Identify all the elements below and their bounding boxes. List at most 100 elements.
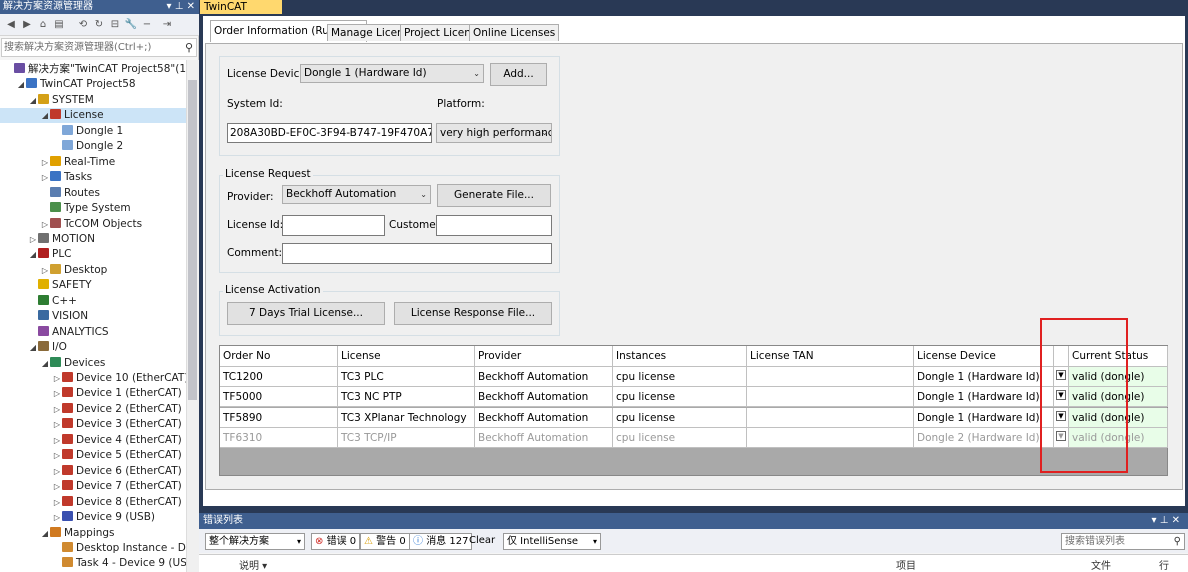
col-line[interactable]: 行 xyxy=(1159,557,1169,572)
grid-header-cell[interactable]: Order No xyxy=(220,346,338,367)
collapsed-arrow-icon[interactable]: ▷ xyxy=(52,448,62,463)
grid-header-cell[interactable]: Instances xyxy=(613,346,747,367)
tree-item[interactable]: ▷ Device 5 (EtherCAT) xyxy=(52,448,182,463)
expanded-arrow-icon[interactable]: ◢ xyxy=(28,340,38,355)
intellisense-filter-select[interactable]: 仅 IntelliSense ▾ xyxy=(503,533,601,550)
grid-cell-instances[interactable]: cpu license xyxy=(613,427,747,448)
tree-item[interactable]: SAFETY xyxy=(28,278,92,293)
grid-cell-device[interactable]: Dongle 1 (Hardware Id) xyxy=(914,367,1054,387)
tree-item[interactable]: Desktop Instance - Device 10 ( xyxy=(52,541,186,556)
collapsed-arrow-icon[interactable]: ▷ xyxy=(52,495,62,510)
back-icon[interactable]: ◀ xyxy=(4,18,18,32)
tree-item[interactable]: VISION xyxy=(28,309,88,324)
grid-cell-order[interactable]: TF6310 xyxy=(220,427,338,448)
grid-cell-license[interactable]: TC3 PLC xyxy=(338,367,475,387)
col-project[interactable]: 项目 xyxy=(896,557,916,572)
messages-filter-button[interactable]: ⓘ 消息 127 xyxy=(409,533,473,550)
grid-cell-provider[interactable]: Beckhoff Automation xyxy=(475,387,613,408)
grid-cell-provider[interactable]: Beckhoff Automation xyxy=(475,367,613,387)
collapsed-arrow-icon[interactable]: ▷ xyxy=(40,217,50,232)
tree-item[interactable]: Task 4 - Device 9 (USB) xyxy=(52,556,186,571)
license-id-field[interactable] xyxy=(282,215,385,236)
collapse-all-icon[interactable]: ⊟ xyxy=(108,18,122,32)
collapsed-arrow-icon[interactable]: ▷ xyxy=(28,232,38,247)
grid-header-cell[interactable]: License xyxy=(338,346,475,367)
error-scope-select[interactable]: 整个解决方案 ▾ xyxy=(205,533,305,550)
grid-cell-order[interactable]: TF5000 xyxy=(220,387,338,408)
collapsed-arrow-icon[interactable]: ▷ xyxy=(40,170,50,185)
refresh-icon[interactable]: ↻ xyxy=(92,18,106,32)
tree-item[interactable]: ◢ I/O xyxy=(28,340,67,355)
grid-cell-license[interactable]: TC3 TCP/IP xyxy=(338,427,475,448)
system-id-field[interactable]: 208A30BD-EF0C-3F94-B747-19F470A7D00B xyxy=(227,123,432,143)
grid-cell-provider[interactable]: Beckhoff Automation xyxy=(475,427,613,448)
grid-cell-order[interactable]: TC1200 xyxy=(220,367,338,387)
grid-cell-instances[interactable]: cpu license xyxy=(613,367,747,387)
tree-item[interactable]: C++ xyxy=(28,294,77,309)
tree-item[interactable]: ▷ Tasks xyxy=(40,170,92,185)
clear-button[interactable]: Clear xyxy=(466,533,498,550)
tree-item[interactable]: ◢ Mappings xyxy=(40,526,115,541)
add-button[interactable]: Add... xyxy=(490,63,547,86)
grid-cell-license[interactable]: TC3 NC PTP xyxy=(338,387,475,408)
grid-cell-device[interactable]: Dongle 1 (Hardware Id) xyxy=(914,387,1054,408)
license-device-select[interactable]: Dongle 1 (Hardware Id) ⌄ xyxy=(300,64,484,83)
tree-item[interactable]: ▷ Device 1 (EtherCAT) xyxy=(52,386,182,401)
collapsed-arrow-icon[interactable]: ▷ xyxy=(52,371,62,386)
grid-header-cell[interactable]: License TAN xyxy=(747,346,914,367)
forward-icon[interactable]: ▶ xyxy=(20,18,34,32)
collapsed-arrow-icon[interactable]: ▷ xyxy=(52,479,62,494)
properties-icon[interactable]: 🔧 xyxy=(124,18,138,32)
expanded-arrow-icon[interactable]: ◢ xyxy=(40,526,50,541)
license-response-file-button[interactable]: License Response File... xyxy=(394,302,552,325)
tree-item[interactable]: 解决方案"TwinCAT Project58"(1 个项目) xyxy=(4,62,186,77)
tree-scrollbar-thumb[interactable] xyxy=(188,80,197,400)
pending-changes-icon[interactable]: ⟲ xyxy=(76,18,90,32)
tree-item[interactable]: ▷ Device 7 (EtherCAT) xyxy=(52,479,182,494)
collapsed-arrow-icon[interactable]: ▷ xyxy=(52,417,62,432)
tree-item[interactable]: ▷ Device 2 (EtherCAT) xyxy=(52,402,182,417)
expanded-arrow-icon[interactable]: ◢ xyxy=(28,93,38,108)
collapsed-arrow-icon[interactable]: ▷ xyxy=(52,386,62,401)
panel-pin-icon[interactable]: ▾ ⊥ ✕ xyxy=(167,0,195,14)
grid-cell-tan[interactable] xyxy=(747,407,914,428)
tree-item[interactable]: Routes xyxy=(40,186,100,201)
tree-item[interactable]: Dongle 1 xyxy=(52,124,123,139)
minus-icon[interactable]: − xyxy=(140,18,154,32)
error-search-input[interactable]: 搜索错误列表 ⚲ xyxy=(1061,533,1185,550)
tree-item[interactable]: ◢ Devices xyxy=(40,356,105,371)
tree-item[interactable]: ◢ License xyxy=(40,108,104,123)
tree-item[interactable]: ▷ Device 4 (EtherCAT) xyxy=(52,433,182,448)
tree-item[interactable]: ▷ Device 9 (USB) xyxy=(52,510,155,525)
tree-item[interactable]: ▷ Desktop xyxy=(40,263,107,278)
tree-item[interactable]: ▷ Device 6 (EtherCAT) xyxy=(52,464,182,479)
tree-item[interactable]: ▷ TcCOM Objects xyxy=(40,217,142,232)
col-description[interactable]: 说明 ▾ xyxy=(239,557,267,572)
tab-online-licenses[interactable]: Online Licenses xyxy=(469,24,560,41)
tree-item[interactable]: ▷ Real-Time xyxy=(40,155,115,170)
tree-item[interactable]: ◢ PLC xyxy=(28,247,72,262)
tree-item[interactable]: Dongle 2 xyxy=(52,139,123,154)
expanded-arrow-icon[interactable]: ◢ xyxy=(28,247,38,262)
tree-item[interactable]: ◢ SYSTEM xyxy=(28,93,94,108)
tree-item[interactable]: Type System xyxy=(40,201,131,216)
provider-select[interactable]: Beckhoff Automation ⌄ xyxy=(282,185,431,204)
home-icon[interactable]: ⌂ xyxy=(36,18,50,32)
switch-views-icon[interactable]: ▤ xyxy=(52,18,66,32)
tree-item[interactable]: ANALYTICS xyxy=(28,325,109,340)
grid-header-cell[interactable]: Provider xyxy=(475,346,613,367)
col-file[interactable]: 文件 xyxy=(1091,557,1111,572)
grid-header-cell[interactable]: License Device xyxy=(914,346,1054,367)
document-tab[interactable]: TwinCAT Project58 xyxy=(200,0,282,27)
tree-item[interactable]: ▷ Device 3 (EtherCAT) xyxy=(52,417,182,432)
grid-cell-order[interactable]: TF5890 xyxy=(220,407,338,428)
customer-field[interactable] xyxy=(436,215,552,236)
grid-cell-license[interactable]: TC3 XPlanar Technology xyxy=(338,407,475,428)
sync-icon[interactable]: ⇥ xyxy=(160,18,174,32)
tree-item[interactable]: ▷ Device 8 (EtherCAT) xyxy=(52,495,182,510)
expanded-arrow-icon[interactable]: ◢ xyxy=(16,77,26,92)
grid-cell-instances[interactable]: cpu license xyxy=(613,407,747,428)
trial-license-button[interactable]: 7 Days Trial License... xyxy=(227,302,385,325)
warnings-filter-button[interactable]: ⚠ 警告 0 xyxy=(360,533,410,550)
expanded-arrow-icon[interactable]: ◢ xyxy=(40,108,50,123)
